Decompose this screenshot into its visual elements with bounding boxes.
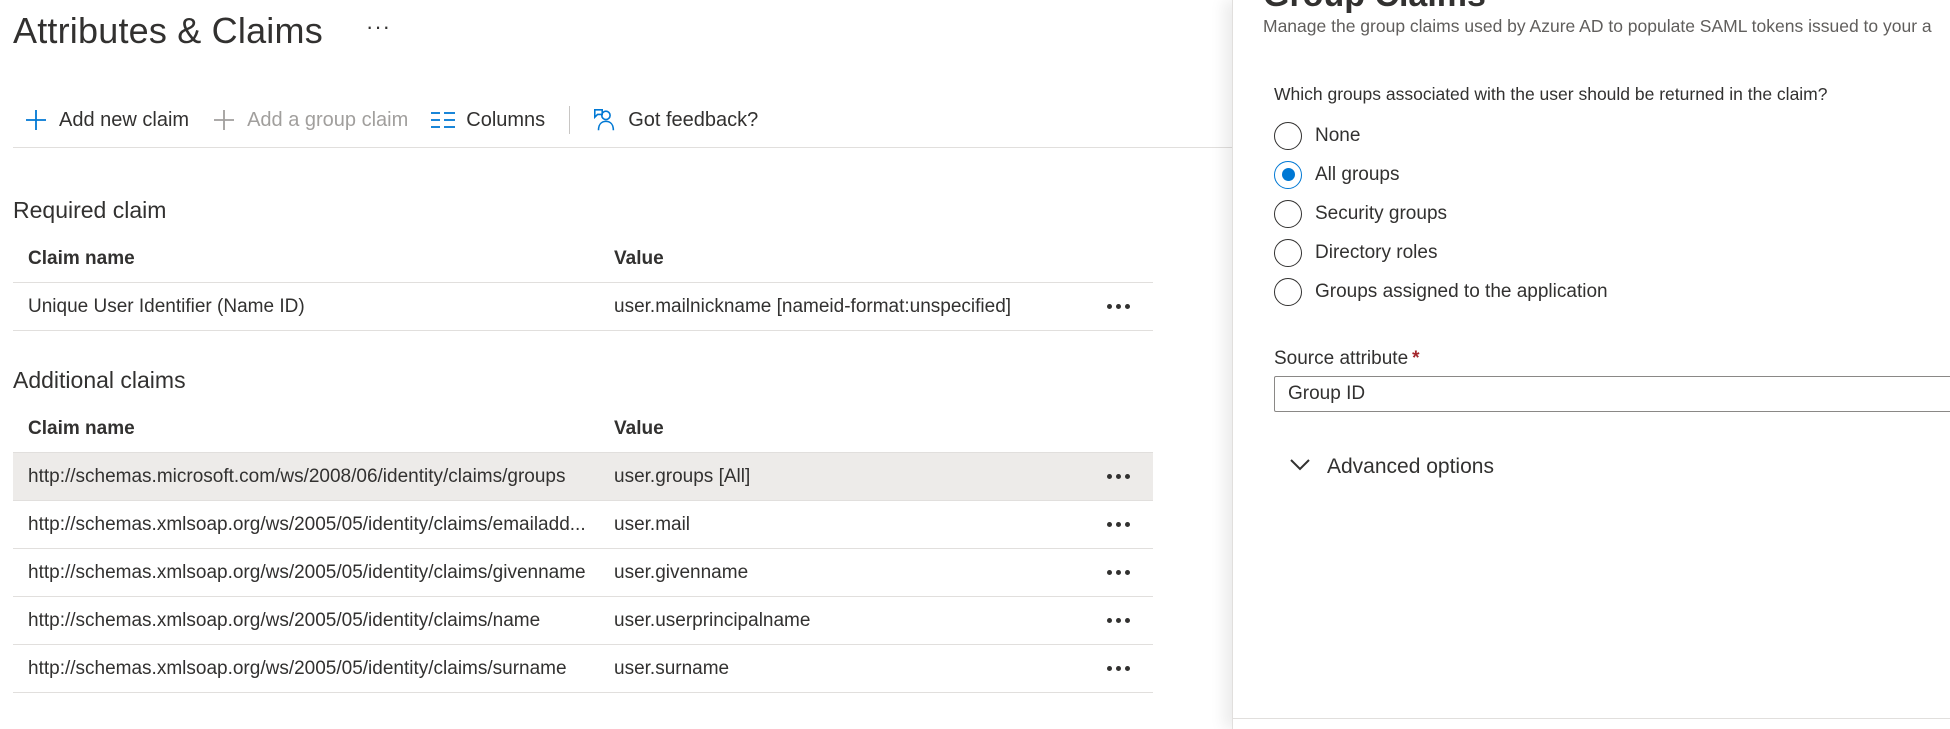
radio-option-all-groups[interactable]: All groups (1274, 155, 1608, 194)
table-row[interactable]: http://schemas.xmlsoap.org/ws/2005/05/id… (13, 501, 1153, 549)
table-row[interactable]: Unique User Identifier (Name ID) user.ma… (13, 283, 1153, 331)
table-row[interactable]: http://schemas.xmlsoap.org/ws/2005/05/id… (13, 645, 1153, 693)
add-new-claim-button[interactable]: Add new claim (13, 100, 201, 140)
group-claims-panel: Group Claims Manage the group claims use… (1232, 0, 1950, 729)
column-header-value[interactable]: Value (614, 248, 1084, 270)
toolbar-separator (569, 106, 571, 134)
more-dots-icon[interactable] (1084, 570, 1153, 575)
plus-icon (211, 107, 237, 133)
advanced-options-toggle[interactable]: Advanced options (1289, 455, 1494, 479)
advanced-options-label: Advanced options (1327, 455, 1494, 478)
claim-name-cell: http://schemas.xmlsoap.org/ws/2005/05/id… (28, 657, 567, 679)
required-claim-title: Required claim (13, 197, 167, 223)
radio-button[interactable] (1274, 160, 1302, 189)
claim-name-cell: http://schemas.xmlsoap.org/ws/2005/05/id… (28, 609, 541, 631)
feedback-icon (592, 107, 618, 133)
command-bar: Add new claim Add a group claim Columns (13, 100, 770, 140)
main-content: Attributes & Claims ··· Add new claim Ad… (0, 0, 1232, 729)
claim-name-cell: http://schemas.microsoft.com/ws/2008/06/… (28, 465, 566, 487)
radio-option-directory-roles[interactable]: Directory roles (1274, 233, 1608, 272)
additional-claims-title: Additional claims (13, 367, 186, 393)
radio-label: Security groups (1315, 202, 1448, 224)
radio-label: All groups (1315, 163, 1400, 185)
radio-label: Groups assigned to the application (1315, 280, 1608, 302)
page-more-button[interactable]: ··· (366, 14, 391, 40)
source-attribute-dropdown[interactable]: Group ID (1274, 376, 1950, 412)
add-group-claim-button[interactable]: Add a group claim (201, 100, 420, 140)
claim-value-cell: user.surname (614, 657, 730, 679)
claim-name-cell: http://schemas.xmlsoap.org/ws/2005/05/id… (28, 513, 586, 535)
source-attribute-label-text: Source attribute (1274, 348, 1409, 369)
radio-label: Directory roles (1315, 241, 1438, 263)
chevron-down-icon (1289, 458, 1311, 477)
radio-option-groups-assigned[interactable]: Groups assigned to the application (1274, 272, 1608, 311)
claim-value-cell: user.mail (614, 513, 691, 535)
table-row[interactable]: http://schemas.xmlsoap.org/ws/2005/05/id… (13, 549, 1153, 597)
additional-claims-table: Claim name Value http://schemas.microsof… (13, 405, 1153, 693)
source-attribute-value: Group ID (1288, 383, 1366, 404)
claim-name-cell: http://schemas.xmlsoap.org/ws/2005/05/id… (28, 561, 586, 583)
feedback-label: Got feedback? (628, 108, 759, 131)
radio-button[interactable] (1274, 277, 1302, 306)
plus-icon (23, 107, 49, 133)
page-title: Attributes & Claims (13, 10, 323, 51)
claim-value-cell: user.groups [All] (614, 465, 751, 487)
column-header-value[interactable]: Value (614, 418, 1084, 440)
columns-button[interactable]: Columns (420, 100, 557, 140)
radio-button[interactable] (1274, 199, 1302, 228)
radio-option-none[interactable]: None (1274, 116, 1608, 155)
feedback-button[interactable]: Got feedback? (582, 100, 770, 140)
panel-footer-divider (1233, 718, 1950, 719)
panel-description: Manage the group claims used by Azure AD… (1263, 16, 1932, 36)
column-header-claim-name[interactable]: Claim name (13, 248, 614, 270)
claim-value-cell: user.mailnickname [nameid-format:unspeci… (614, 295, 1012, 317)
toolbar-divider (13, 147, 1232, 148)
required-claim-table: Claim name Value Unique User Identifier … (13, 235, 1153, 331)
table-header: Claim name Value (13, 235, 1153, 283)
table-row[interactable]: http://schemas.microsoft.com/ws/2008/06/… (13, 453, 1153, 501)
more-dots-icon[interactable] (1084, 522, 1153, 527)
more-dots-icon[interactable] (1084, 666, 1153, 671)
more-dots-icon[interactable] (1084, 304, 1153, 309)
claim-value-cell: user.givenname (614, 561, 749, 583)
radio-button[interactable] (1274, 238, 1302, 267)
radio-button[interactable] (1274, 121, 1302, 150)
claim-name-cell: Unique User Identifier (Name ID) (28, 295, 305, 317)
groups-question-label: Which groups associated with the user sh… (1274, 84, 1828, 104)
more-dots-icon[interactable] (1084, 474, 1153, 479)
claim-value-cell: user.userprincipalname (614, 609, 811, 631)
table-row[interactable]: http://schemas.xmlsoap.org/ws/2005/05/id… (13, 597, 1153, 645)
more-dots-icon[interactable] (1084, 618, 1153, 623)
panel-title: Group Claims (1263, 0, 1486, 15)
column-header-claim-name[interactable]: Claim name (13, 418, 614, 440)
source-attribute-label: Source attribute * (1274, 348, 1420, 370)
radio-label: None (1315, 124, 1361, 146)
columns-label: Columns (466, 108, 546, 131)
required-marker: * (1412, 348, 1420, 369)
groups-radio-group: None All groups Security groups Director… (1274, 116, 1608, 311)
table-header: Claim name Value (13, 405, 1153, 453)
add-new-claim-label: Add new claim (59, 108, 190, 131)
radio-option-security-groups[interactable]: Security groups (1274, 194, 1608, 233)
add-group-claim-label: Add a group claim (247, 108, 409, 131)
columns-icon (430, 107, 456, 133)
